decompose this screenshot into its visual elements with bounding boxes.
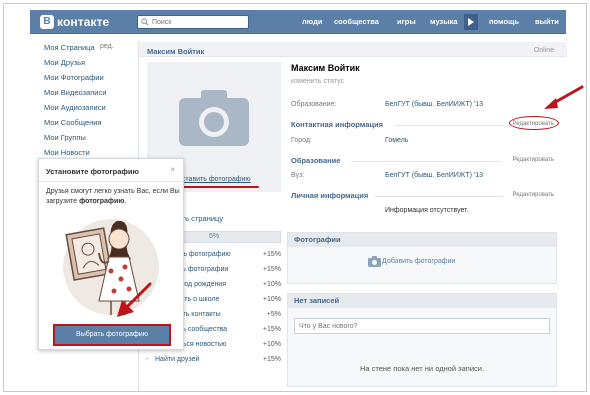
set-photo-link[interactable]: Поставить фотографию: [173, 176, 251, 183]
sidebar-item-messages[interactable]: Мои Сообщения: [44, 118, 101, 130]
popup-text-bold: фотографию: [79, 198, 125, 205]
task-percent: +5%: [266, 311, 281, 318]
vk-logo-icon: В: [40, 15, 54, 29]
profile-name: Максим Войтик: [291, 63, 360, 73]
search-icon: [141, 18, 149, 26]
camera-icon: [179, 90, 249, 146]
profile-header-name: Максим Войтик: [147, 47, 205, 56]
online-status: Online: [533, 47, 554, 54]
personal-empty-text: Информация отсутствует.: [385, 207, 469, 214]
wall-box: Нет записей На стене пока нет ни одной з…: [287, 293, 557, 387]
university-value[interactable]: БелГУТ (бывш. БелИИЖТ) '13: [385, 172, 483, 179]
search-input[interactable]: [152, 17, 246, 27]
annotation-arrow-icon: [117, 282, 152, 317]
popup-text-after: .: [124, 198, 127, 205]
profile-panel: Максим Войтик Online Поставить фотографи…: [138, 42, 567, 391]
camera-icon: [368, 256, 381, 267]
top-header: В контакте люди сообщества игры музыка п…: [30, 10, 566, 34]
education-edit-link[interactable]: Редактировать: [513, 157, 554, 163]
choose-photo-button[interactable]: Выбрать фотографию: [53, 324, 171, 346]
vk-page: В контакте люди сообщества игры музыка п…: [30, 10, 584, 391]
task-label: Найти друзей: [155, 356, 200, 363]
sidebar-edit-link[interactable]: ред.: [100, 43, 114, 50]
task-percent: +10%: [262, 281, 281, 288]
popup-divider: [39, 181, 183, 182]
task-percent: +15%: [262, 356, 281, 363]
education-value[interactable]: БелГУТ (бывш. БелИИЖТ) '13: [385, 101, 483, 108]
university-label: Вуз:: [291, 172, 305, 179]
sidebar-item-friends[interactable]: Мои Друзья: [44, 58, 85, 70]
search-box[interactable]: [137, 15, 249, 29]
plus-icon: +: [145, 356, 150, 363]
play-icon: [468, 18, 474, 26]
nav-logout[interactable]: выйти: [535, 10, 559, 34]
education-label: Образование:: [291, 101, 337, 108]
sidebar-item-photos[interactable]: Мои Фотографии: [44, 73, 104, 85]
wall-post-input[interactable]: [294, 318, 550, 334]
popup-description: Друзья смогут легко узнать Вас, если Вы …: [46, 187, 182, 207]
sidebar-item-audio[interactable]: Мои Аудиозаписи: [44, 103, 106, 115]
task-percent: +10%: [262, 341, 281, 348]
status-edit-link[interactable]: изменить статус: [291, 78, 344, 85]
section-divider: [395, 125, 505, 126]
popup-title: Установите фотографию: [46, 167, 139, 176]
wall-box-title: Нет записей: [288, 294, 556, 308]
task-percent: +10%: [262, 296, 281, 303]
contact-section-title: Контактная информация: [291, 120, 384, 129]
nav-communities[interactable]: сообщества: [334, 10, 379, 34]
task-percent: +15%: [262, 251, 281, 258]
photos-box-title[interactable]: Фотографии: [288, 233, 556, 247]
screenshot-frame: В контакте люди сообщества игры музыка п…: [3, 3, 587, 392]
vk-logo-text: контакте: [57, 15, 110, 29]
nav-music[interactable]: музыка: [430, 10, 458, 34]
nav-games[interactable]: игры: [397, 10, 416, 34]
city-value[interactable]: Гомель: [385, 137, 408, 144]
photos-box: Фотографии Добавить фотографии: [287, 232, 557, 284]
section-divider: [351, 161, 501, 162]
city-label: Город:: [291, 137, 312, 144]
task-percent: +15%: [262, 326, 281, 333]
education-section-title: Образование: [291, 156, 341, 165]
highlight-oval: [509, 116, 559, 130]
nav-people[interactable]: люди: [302, 10, 322, 34]
vk-logo[interactable]: В контакте: [40, 14, 109, 30]
task-find-friends[interactable]: + Найти друзей +15%: [145, 356, 281, 368]
set-photo-popup: Установите фотографию × Друзья смогут ле…: [38, 158, 184, 350]
music-play-button[interactable]: [464, 14, 478, 30]
personal-edit-link[interactable]: Редактировать: [513, 192, 554, 198]
nav-help[interactable]: помощь: [489, 10, 519, 34]
wall-empty-text: На стене пока нет ни одной записи.: [359, 364, 485, 373]
task-percent: +15%: [262, 266, 281, 273]
sidebar-item-videos[interactable]: Мои Видеозаписи: [44, 88, 106, 100]
personal-section-title: Личная информация: [291, 191, 369, 200]
annotation-arrow-icon: [544, 85, 584, 109]
section-divider: [375, 196, 503, 197]
sidebar-item-my-page[interactable]: Моя Страница: [44, 43, 95, 55]
sidebar-item-groups[interactable]: Мои Группы: [44, 133, 86, 145]
add-photos-link[interactable]: Добавить фотографии: [382, 258, 455, 265]
close-icon[interactable]: ×: [170, 165, 175, 174]
